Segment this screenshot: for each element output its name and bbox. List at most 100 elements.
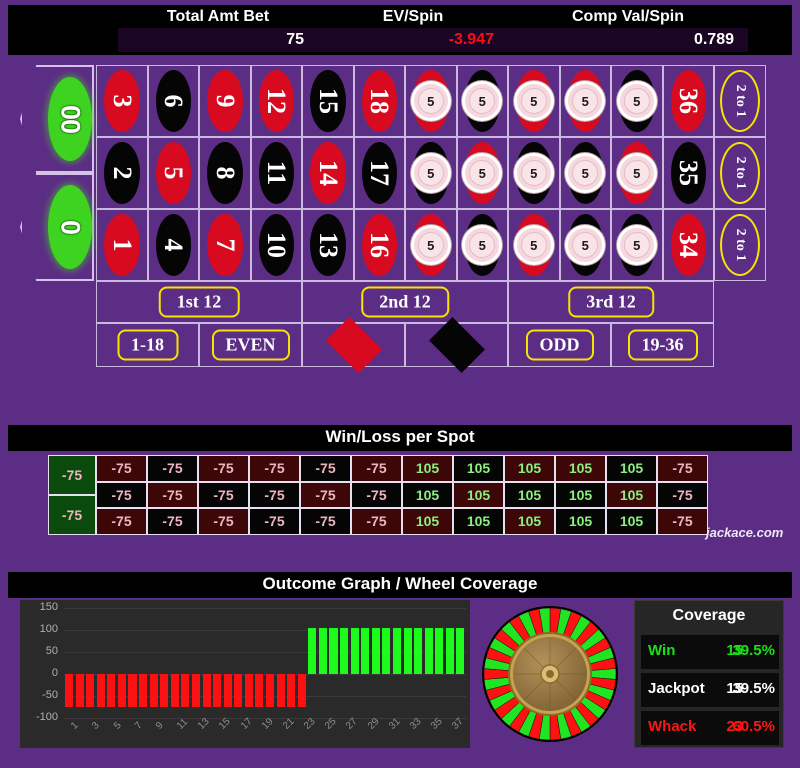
red-diamond-icon: [325, 317, 382, 373]
number-cell-8[interactable]: 8: [199, 137, 251, 209]
number-cell-29[interactable]: 295: [559, 137, 611, 209]
number-oval: 17: [361, 142, 397, 204]
stat-comp-val-per-spin: Comp Val/Spin 0.789: [508, 5, 748, 55]
number-cell-21[interactable]: 215: [405, 65, 457, 137]
column-bet-label: 2 to 1: [733, 84, 748, 118]
number-cell-9[interactable]: 9: [199, 65, 251, 137]
column-bet-pill: 2 to 1: [720, 142, 760, 204]
bet-chip[interactable]: 5: [513, 225, 554, 265]
zero-cell-00[interactable]: 00: [20, 65, 94, 173]
bet-chip[interactable]: 5: [616, 225, 657, 265]
x-axis-tick: 9: [153, 720, 166, 732]
number-cell-10[interactable]: 10: [250, 209, 302, 281]
number-oval: 16: [361, 214, 397, 276]
number-cell-35[interactable]: 35: [662, 137, 714, 209]
number-cell-32[interactable]: 325: [611, 137, 663, 209]
outside-bet-1-18[interactable]: 1-18: [96, 323, 199, 367]
chart-bar: [297, 674, 306, 707]
dozen-bet-2nd-12[interactable]: 2nd 12: [302, 281, 508, 323]
bet-chip[interactable]: 5: [513, 153, 554, 193]
column-bet-3[interactable]: 2 to 1: [714, 209, 766, 281]
number-cell-11[interactable]: 11: [250, 137, 302, 209]
chart-bar: [160, 674, 169, 707]
zero-column: 00 0: [20, 65, 94, 281]
number-cell-3[interactable]: 3: [96, 65, 148, 137]
outside-bet-odd[interactable]: ODD: [508, 323, 611, 367]
number-oval: 14: [310, 142, 346, 204]
number-oval: 10: [258, 214, 294, 276]
column-bets: 2 to 1 2 to 1 2 to 1: [714, 65, 766, 281]
bet-chip[interactable]: 5: [565, 153, 606, 193]
zero-oval: 0: [48, 185, 92, 269]
winloss-cell: 105: [453, 508, 504, 535]
total-amt-bet-value[interactable]: 75: [118, 28, 318, 52]
number-cell-6[interactable]: 6: [147, 65, 199, 137]
bet-chip[interactable]: 5: [513, 81, 554, 121]
chart-bar: [403, 627, 412, 674]
number-cell-31[interactable]: 315: [611, 209, 663, 281]
number-cell-26[interactable]: 265: [508, 137, 560, 209]
zero-cell-0[interactable]: 0: [20, 173, 94, 281]
chart-bar: [181, 674, 190, 707]
winloss-cell: 105: [555, 455, 606, 482]
number-cell-27[interactable]: 275: [508, 65, 560, 137]
bet-chip[interactable]: 5: [462, 153, 503, 193]
winloss-cell: -75: [351, 455, 402, 482]
number-cell-15[interactable]: 15: [302, 65, 354, 137]
column-bet-1[interactable]: 2 to 1: [714, 65, 766, 137]
number-cell-30[interactable]: 305: [559, 65, 611, 137]
dozen-bet-1st-12[interactable]: 1st 12: [96, 281, 302, 323]
coverage-row-whack: Whack 23 60.5%: [641, 711, 779, 745]
bet-chip[interactable]: 5: [616, 81, 657, 121]
number-cell-14[interactable]: 14: [302, 137, 354, 209]
winloss-cell: 105: [453, 481, 504, 508]
number-cell-1[interactable]: 1: [96, 209, 148, 281]
bet-chip[interactable]: 5: [462, 81, 503, 121]
bet-chip[interactable]: 5: [565, 225, 606, 265]
number-oval: 3: [104, 70, 140, 132]
number-cell-2[interactable]: 2: [96, 137, 148, 209]
bet-chip[interactable]: 5: [410, 81, 451, 121]
number-cell-18[interactable]: 18: [353, 65, 405, 137]
dozen-bet-3rd-12[interactable]: 3rd 12: [508, 281, 714, 323]
number-cell-7[interactable]: 7: [199, 209, 251, 281]
number-cell-13[interactable]: 13: [302, 209, 354, 281]
coverage-table: Coverage Win 15 39.5% Jackpot 15 39.5% Whack 23…: [634, 600, 784, 748]
outside-bet-even[interactable]: EVEN: [199, 323, 302, 367]
number-cell-34[interactable]: 34: [662, 209, 714, 281]
bet-chip[interactable]: 5: [616, 153, 657, 193]
number-cell-36[interactable]: 36: [662, 65, 714, 137]
bet-chip[interactable]: 5: [462, 225, 503, 265]
number-cell-28[interactable]: 285: [559, 209, 611, 281]
number-cell-22[interactable]: 225: [456, 209, 508, 281]
number-cell-5[interactable]: 5: [147, 137, 199, 209]
number-cell-23[interactable]: 235: [456, 137, 508, 209]
number-grid: 3216549871211101514131817162152051952452…: [96, 65, 714, 281]
outside-bet-19-36[interactable]: 19-36: [611, 323, 714, 367]
chart-bar: [276, 674, 285, 707]
outside-bet-black[interactable]: [405, 317, 508, 373]
chip-value: 5: [581, 93, 589, 109]
column-bet-2[interactable]: 2 to 1: [714, 137, 766, 209]
chart-bar: [392, 627, 402, 674]
chart-bar: [117, 674, 126, 707]
number-cell-17[interactable]: 17: [353, 137, 405, 209]
coverage-row-jackpot: Jackpot 15 39.5%: [641, 673, 779, 707]
outside-bet-red[interactable]: [302, 317, 405, 373]
number-cell-12[interactable]: 12: [250, 65, 302, 137]
number-cell-25[interactable]: 255: [508, 209, 560, 281]
total-amt-bet-label: Total Amt Bet: [166, 8, 270, 25]
chip-value: 5: [581, 237, 589, 253]
bet-chip[interactable]: 5: [410, 225, 451, 265]
bet-chip[interactable]: 5: [410, 153, 451, 193]
winloss-cell: -75: [147, 455, 198, 482]
number-cell-16[interactable]: 16: [353, 209, 405, 281]
number-cell-20[interactable]: 205: [405, 137, 457, 209]
bet-chip[interactable]: 5: [565, 81, 606, 121]
number-cell-24[interactable]: 245: [456, 65, 508, 137]
number-cell-33[interactable]: 335: [611, 65, 663, 137]
number-cell-4[interactable]: 4: [147, 209, 199, 281]
number-oval: 4: [155, 214, 191, 276]
chart-bar: [414, 627, 423, 674]
number-cell-19[interactable]: 195: [405, 209, 457, 281]
